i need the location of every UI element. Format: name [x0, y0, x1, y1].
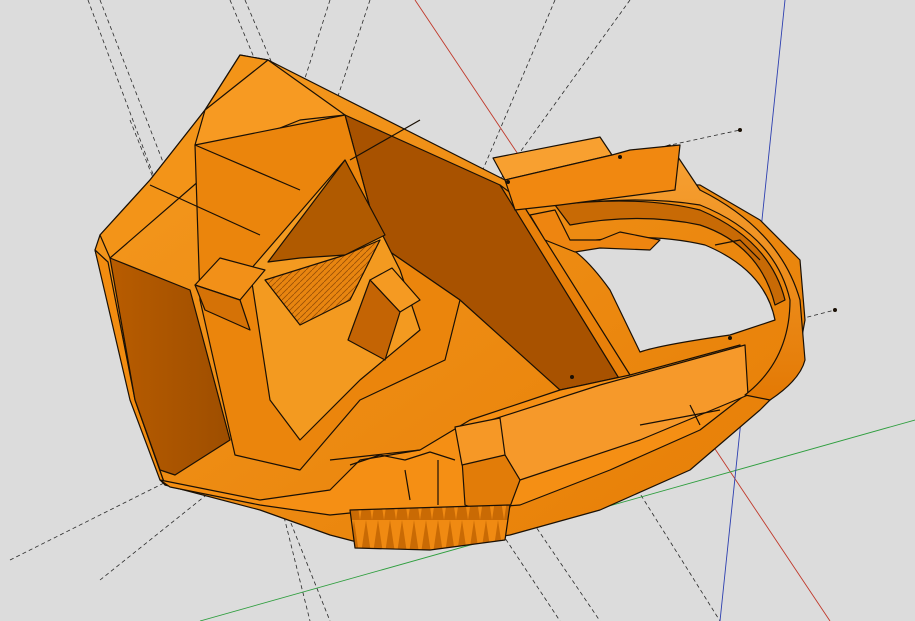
modeling-viewport[interactable] — [0, 0, 915, 621]
scene-canvas[interactable] — [0, 0, 915, 621]
